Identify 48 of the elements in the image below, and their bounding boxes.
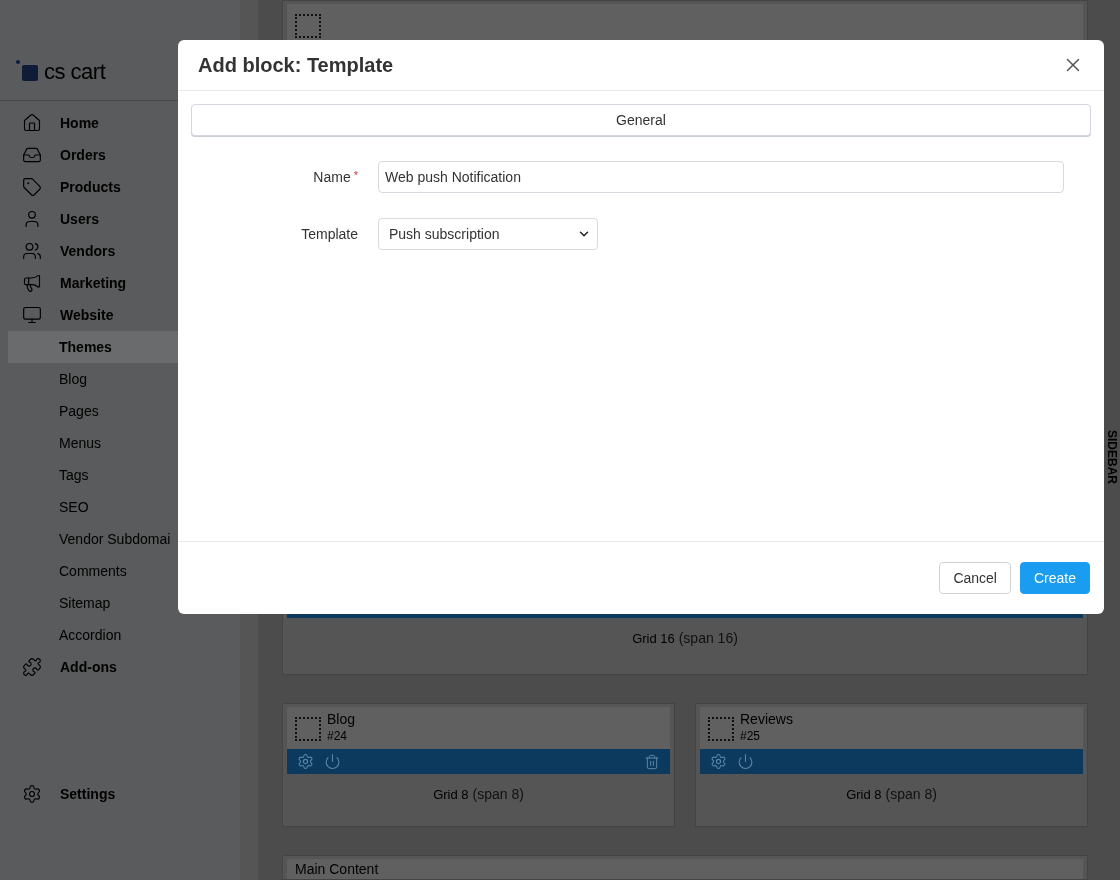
nav-subitem[interactable]: Accordion [8,619,240,651]
power-icon[interactable] [324,753,341,770]
sidebar-tab[interactable]: SIDEBAR [1105,430,1119,484]
nav-item[interactable]: Website [8,299,240,331]
settings-icon[interactable] [297,753,314,770]
power-icon[interactable] [737,753,754,770]
nav-icon [22,241,42,261]
nav-icon [22,273,42,293]
nav-icon [22,113,42,133]
grid-span: (span 8) [885,786,937,802]
block-title: Blog [327,711,356,727]
grid-name: Grid 16 [632,631,675,646]
field-label: Template [300,226,358,242]
create-button[interactable]: Create [1019,562,1090,594]
field-label: Name * [312,169,358,185]
nav-item[interactable]: Orders [8,139,240,171]
settings-icon[interactable] [710,753,727,770]
template-select[interactable]: Push subscription [378,218,598,250]
nav-item[interactable]: Users [8,203,240,235]
modal-title: Add block: Template [198,53,394,77]
grid-span: (span 16) [678,630,738,646]
grid-name: Grid 8 [846,787,882,802]
name-field[interactable]: Web push Notification [378,161,1064,193]
nav-icon [22,177,42,197]
nav-item[interactable]: Add-ons [8,651,240,683]
block-id: #24 [327,729,349,743]
cancel-button[interactable]: Cancel [939,562,1011,594]
settings-icon [22,784,42,804]
logo-text: cs cart [44,59,106,85]
block-title: Reviews [740,711,793,727]
block-id: #25 [740,729,762,743]
nav-item[interactable]: Settings [8,778,240,810]
block-icon [295,717,321,741]
block-icon [708,717,734,741]
nav-item[interactable]: Marketing [8,267,240,299]
grid-name: Grid 8 [433,787,469,802]
nav-item[interactable]: Products [8,171,240,203]
required-mark: * [353,169,358,181]
block-icon [295,14,321,38]
logo-icon [16,62,38,82]
nav-icon [22,657,42,677]
delete-icon[interactable] [644,753,660,770]
nav-icon [22,145,42,165]
nav-icon [22,305,42,325]
nav-item[interactable]: Vendors [8,235,240,267]
block-title: Main Content [295,861,379,877]
tab[interactable]: General [191,104,1091,136]
grid-span: (span 8) [472,786,524,802]
